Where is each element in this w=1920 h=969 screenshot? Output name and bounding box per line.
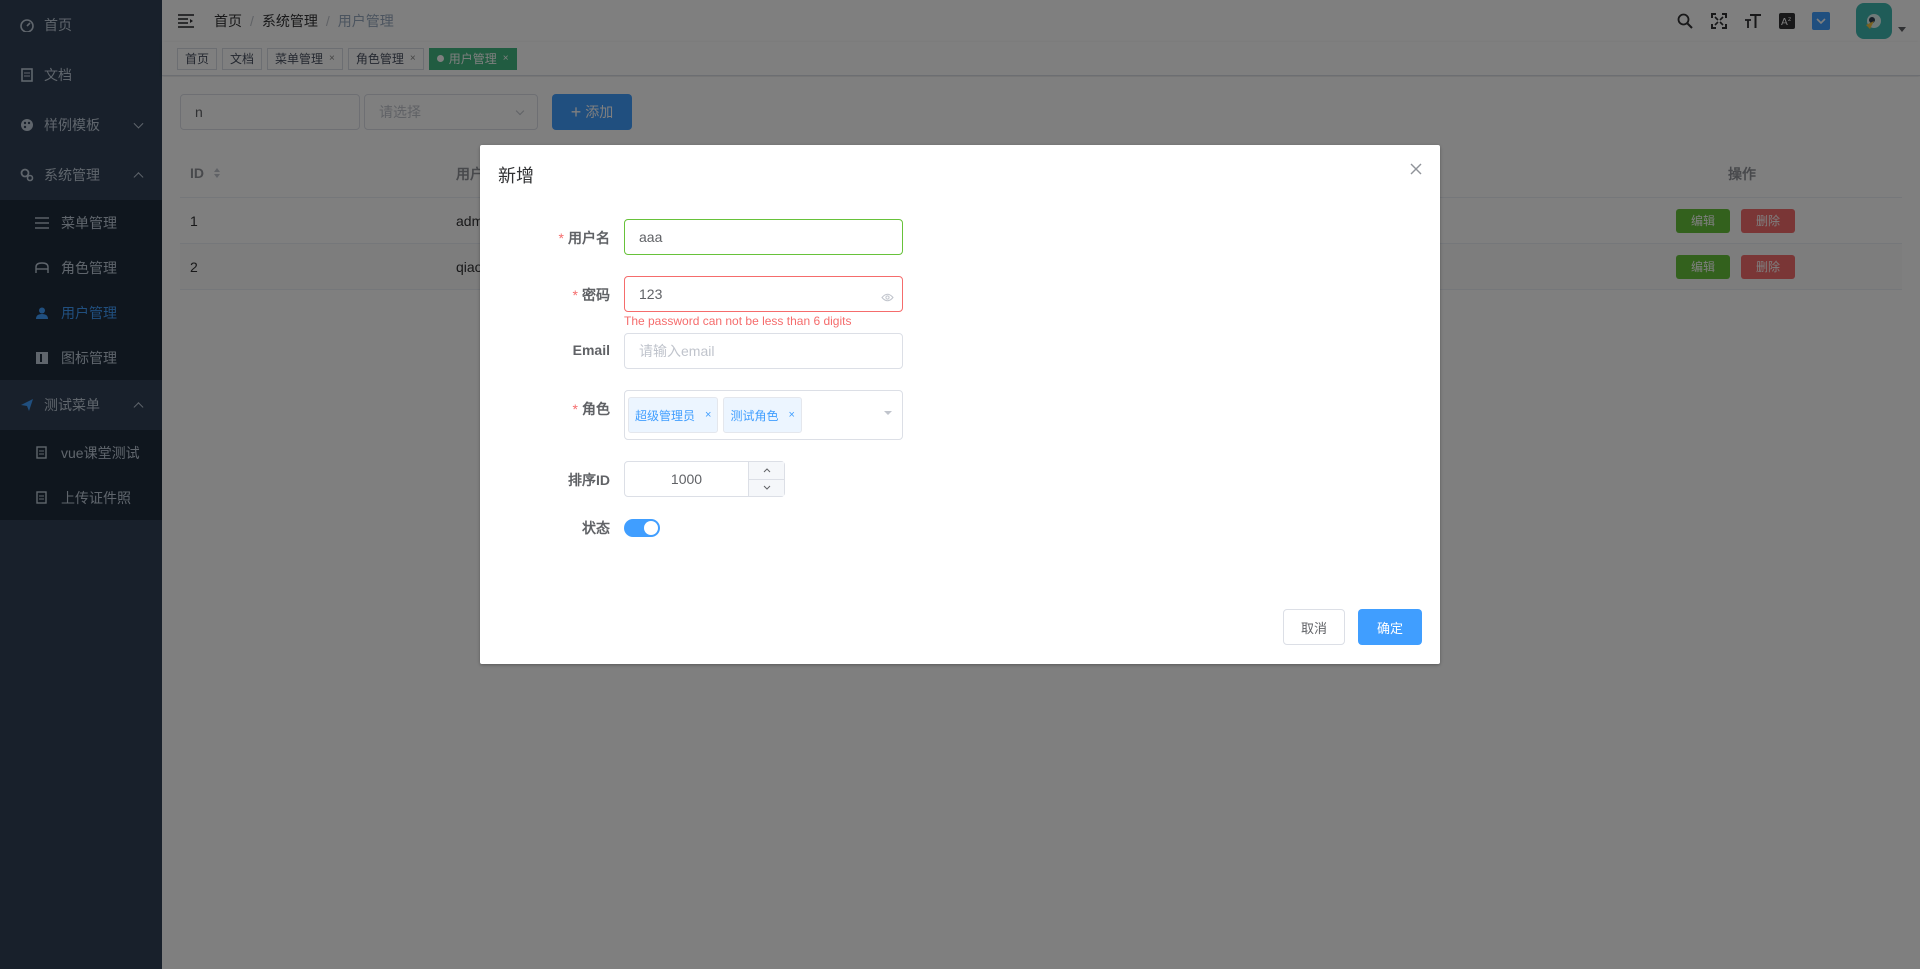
status-label: 状态 xyxy=(582,520,610,536)
username-label: * 用户名 xyxy=(558,230,610,246)
role-tag: 超级管理员 × xyxy=(628,397,719,433)
password-error: The password can not be less than 6 digi… xyxy=(624,314,852,328)
add-user-dialog: 新增 * 用户名 aaa * 密码 123 The password can not… xyxy=(480,145,1440,664)
eye-icon[interactable] xyxy=(881,289,894,305)
username-input[interactable]: aaa xyxy=(624,219,903,255)
decrement-button[interactable] xyxy=(749,480,784,497)
increment-button[interactable] xyxy=(749,462,784,480)
dialog-title: 新增 xyxy=(498,166,534,186)
role-tag: 测试角色 × xyxy=(723,397,802,433)
sort-label: 排序ID xyxy=(568,472,610,488)
chevron-down-icon xyxy=(884,411,892,415)
close-icon[interactable] xyxy=(1408,161,1424,177)
email-label: Email xyxy=(572,342,610,358)
email-input[interactable]: 请输入email xyxy=(624,333,903,369)
close-icon[interactable]: × xyxy=(788,409,794,421)
confirm-button[interactable]: 确定 xyxy=(1358,609,1422,645)
sort-id-stepper[interactable]: 1000 xyxy=(624,461,785,497)
password-input[interactable]: 123 xyxy=(624,276,903,312)
dialog-footer: 取消 确定 xyxy=(1283,609,1422,645)
role-label: * 角色 xyxy=(572,401,610,417)
status-toggle[interactable] xyxy=(624,519,660,537)
cancel-button[interactable]: 取消 xyxy=(1283,609,1345,645)
close-icon[interactable]: × xyxy=(705,409,711,421)
password-label: * 密码 xyxy=(572,287,610,303)
role-select[interactable]: 超级管理员 × 测试角色 × xyxy=(624,390,903,440)
